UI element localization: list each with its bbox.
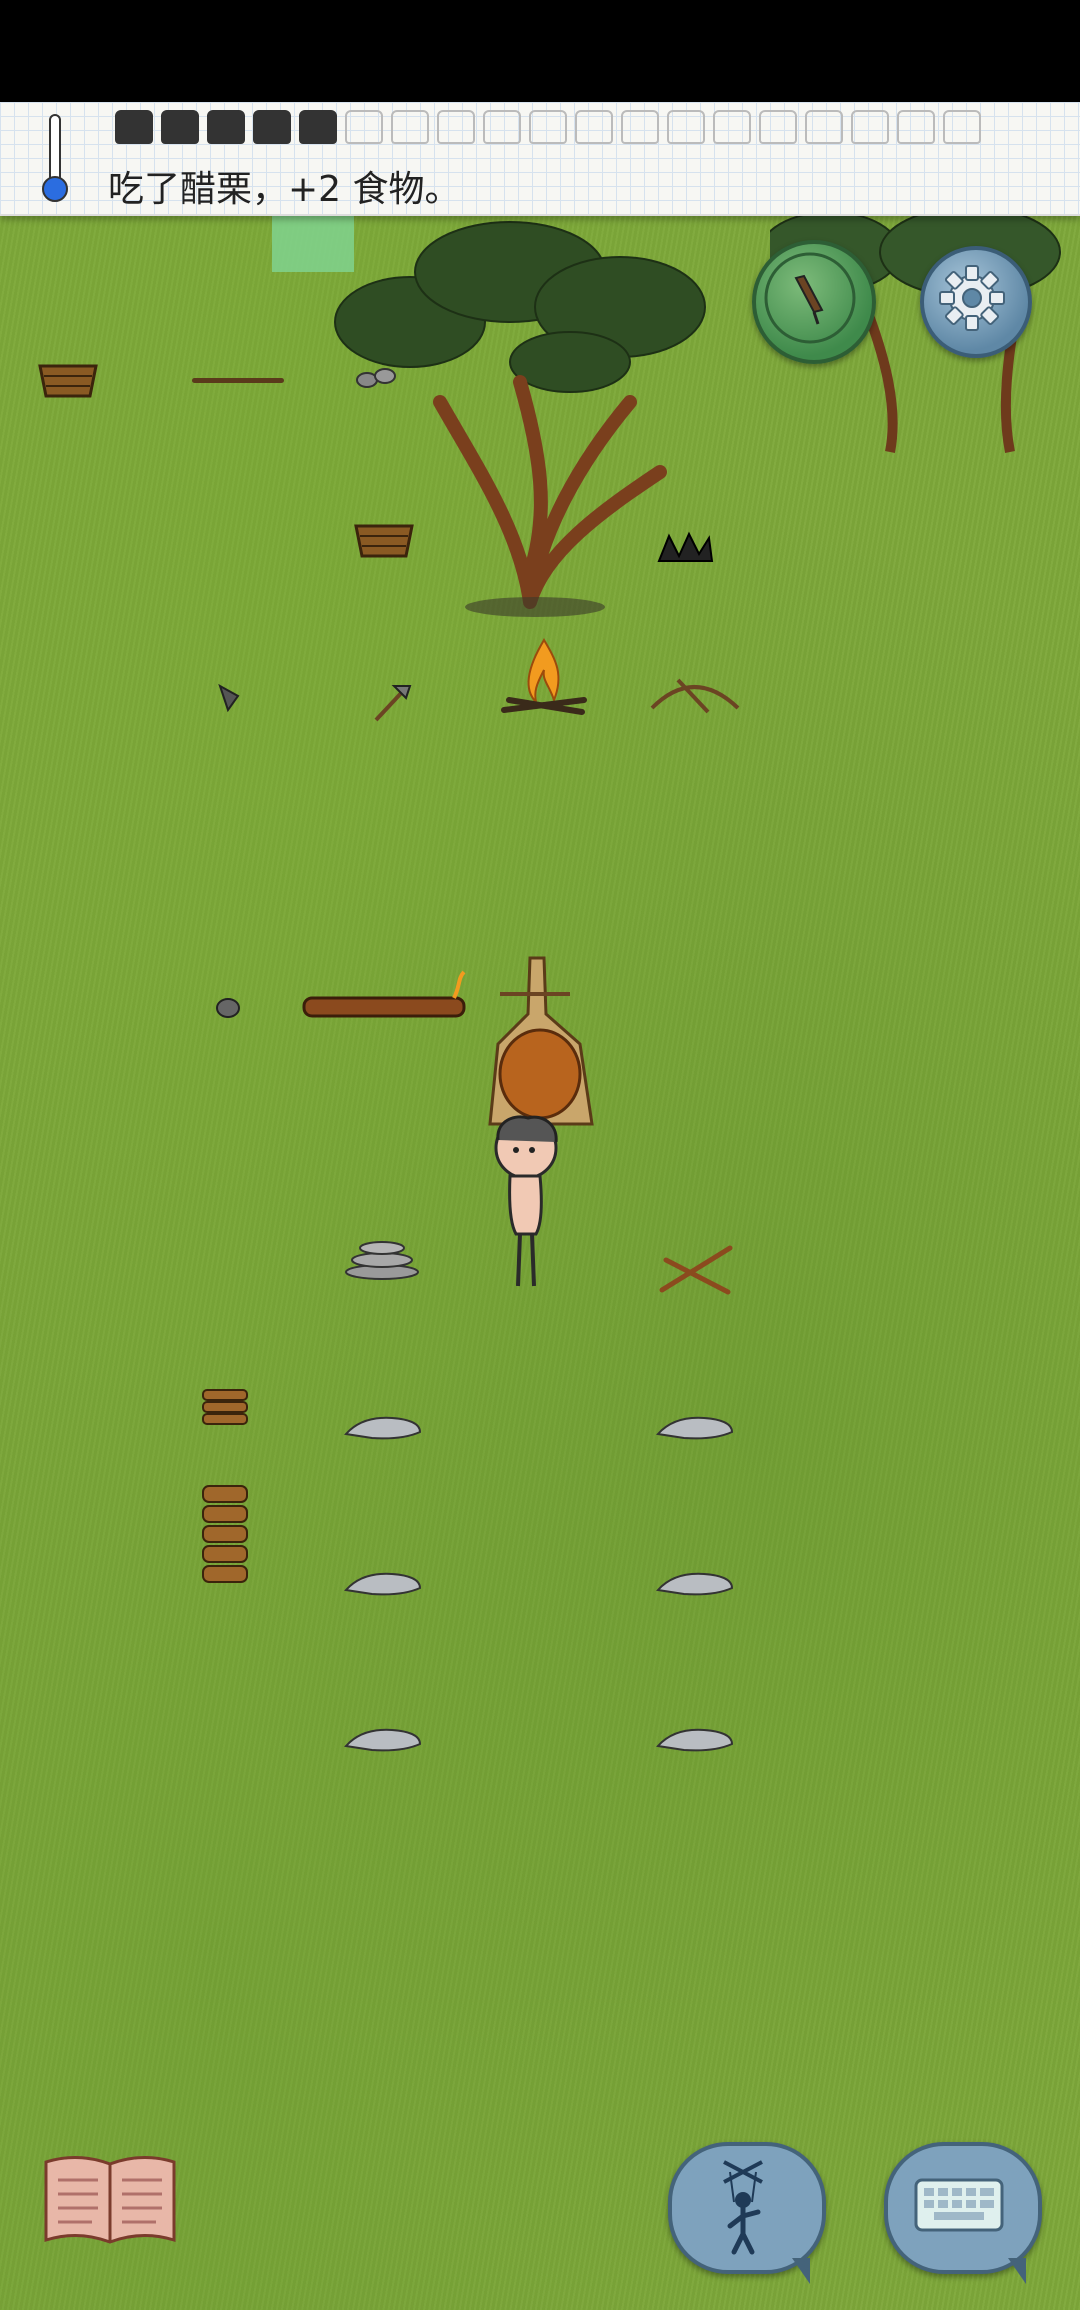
food-pip-empty (943, 110, 981, 144)
juniper-tree[interactable] (330, 212, 750, 632)
game-field[interactable] (0, 102, 1080, 2310)
puppet-icon (723, 2160, 763, 2255)
food-pip-empty (621, 110, 659, 144)
food-pip-empty (575, 110, 613, 144)
food-pip-full (115, 110, 153, 144)
flat-stone-stack[interactable] (342, 1238, 422, 1282)
chat-bubble-tail (1008, 2258, 1026, 2284)
food-pip-empty (805, 110, 843, 144)
food-pip-empty (759, 110, 797, 144)
status-notebook: 吃了醋栗，+2 食物。 (0, 102, 1080, 216)
food-pip-full (161, 110, 199, 144)
burning-log[interactable] (300, 968, 470, 1024)
flat-rock[interactable] (342, 1410, 424, 1444)
food-pip-empty (391, 110, 429, 144)
emote-button[interactable] (668, 2142, 826, 2274)
campfire[interactable] (494, 630, 594, 720)
food-pip-empty (897, 110, 935, 144)
player-character[interactable] (486, 1110, 566, 1290)
basket[interactable] (36, 356, 100, 400)
basket-stack-small[interactable] (200, 1386, 250, 1434)
sharp-stone[interactable] (216, 682, 242, 712)
food-pip-empty (713, 110, 751, 144)
food-pip-full (207, 110, 245, 144)
gear-icon (939, 265, 1005, 331)
food-pip-empty (851, 110, 889, 144)
food-pip-empty (667, 110, 705, 144)
basket-stack-tall[interactable] (200, 1482, 250, 1594)
settings-button[interactable] (920, 246, 1032, 358)
food-meter (115, 110, 981, 144)
keyboard-icon (914, 2178, 1004, 2232)
long-straight-shaft[interactable] (192, 378, 284, 383)
bow-drill[interactable] (648, 672, 742, 716)
green-marker (272, 214, 354, 272)
status-message: 吃了醋栗，+2 食物。 (108, 169, 461, 210)
flat-rock[interactable] (342, 1566, 424, 1600)
compass-icon (764, 252, 856, 344)
chat-keyboard-button[interactable] (884, 2142, 1042, 2274)
stone-hatchet[interactable] (370, 680, 414, 724)
charcoal-pile[interactable] (654, 526, 714, 566)
basket-2[interactable] (352, 516, 416, 560)
round-stones[interactable] (355, 364, 405, 390)
food-pip-empty (345, 110, 383, 144)
status-strip (0, 0, 1080, 102)
kindling[interactable] (656, 1242, 736, 1296)
emote-bubble-tail (792, 2258, 810, 2284)
food-pip-full (299, 110, 337, 144)
thermometer-icon (40, 114, 68, 204)
recipe-book-button[interactable] (40, 2150, 180, 2250)
food-pip-full (253, 110, 291, 144)
small-stone[interactable] (214, 996, 242, 1020)
food-pip-empty (529, 110, 567, 144)
food-pip-empty (437, 110, 475, 144)
flat-rock[interactable] (654, 1410, 736, 1444)
flat-rock[interactable] (654, 1722, 736, 1756)
food-pip-empty (483, 110, 521, 144)
book-icon (44, 2155, 176, 2244)
compass-button[interactable] (752, 240, 876, 364)
flat-rock[interactable] (342, 1722, 424, 1756)
flat-rock[interactable] (654, 1566, 736, 1600)
